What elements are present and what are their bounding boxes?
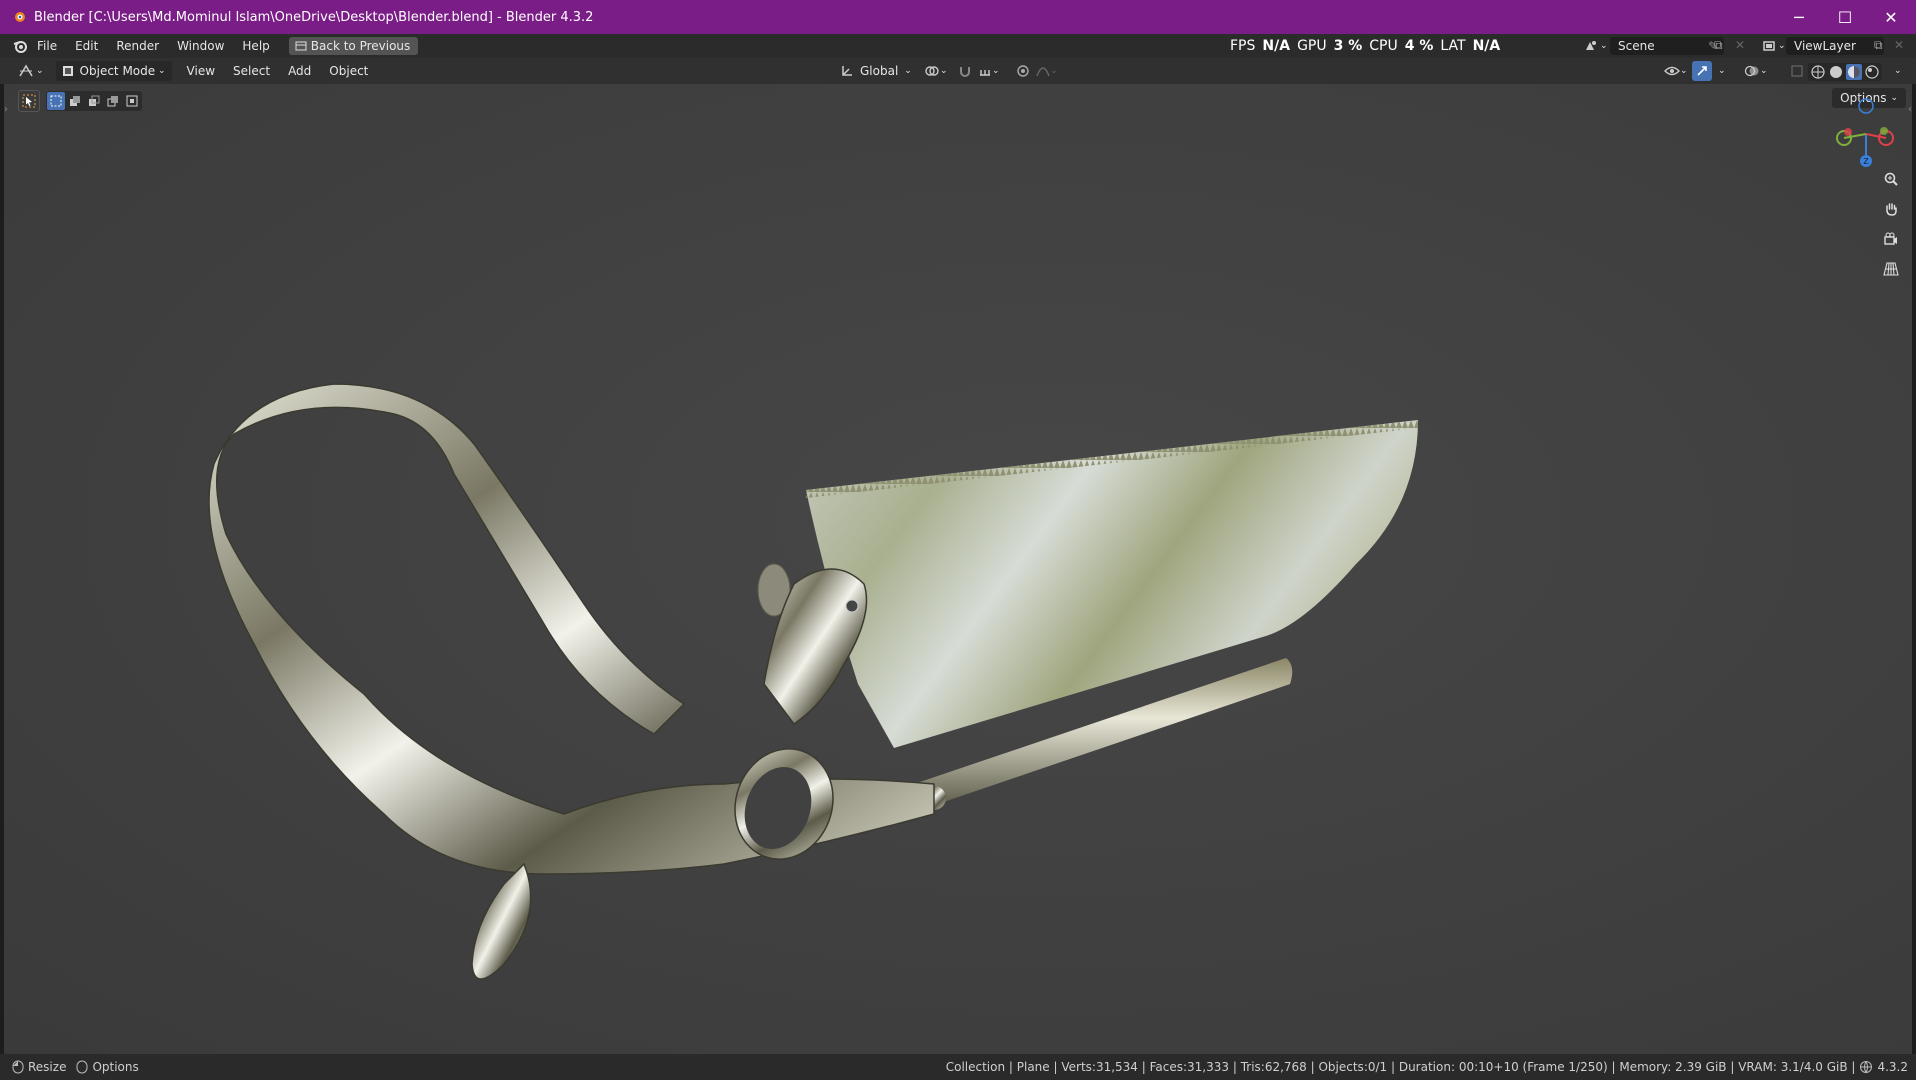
fps-value: N/A: [1262, 38, 1291, 54]
3d-viewport[interactable]: › ‹ Options ⌄ Z: [4, 84, 1912, 1054]
blender-menu-icon[interactable]: [12, 38, 28, 54]
chevron-down-icon: ⌄: [158, 66, 166, 76]
minimize-button[interactable]: ─: [1776, 0, 1822, 34]
header-menu-object[interactable]: Object: [320, 64, 377, 78]
scene-icon: [1586, 41, 1596, 50]
saw-model[interactable]: [4, 84, 1912, 1054]
gpu-value: 3 %: [1333, 38, 1363, 54]
globe-icon: [1860, 1061, 1873, 1074]
view-layer-icon: [1763, 41, 1775, 51]
saw-hook: [471, 862, 532, 980]
proportional-falloff-dropdown[interactable]: ⌄: [1030, 61, 1064, 81]
header-menu-select[interactable]: Select: [224, 64, 279, 78]
menu-window[interactable]: Window: [168, 39, 233, 53]
mouse-right-icon: [76, 1060, 88, 1074]
new-scene-icon[interactable]: ⧉: [1714, 38, 1723, 53]
falloff-curve-icon: [1036, 67, 1050, 77]
scene-browse-button[interactable]: ⌄: [1578, 36, 1614, 56]
shading-modes: [1808, 63, 1882, 81]
object-mode-icon: [62, 66, 73, 76]
window-title: Blender [C:\Users\Md.Mominul Islam\OneDr…: [34, 9, 594, 25]
view-layer-name-field[interactable]: ViewLayer: [1786, 37, 1884, 55]
viewport-header: ⌄ Object Mode ⌄ View Select Add Object G…: [0, 58, 1916, 84]
blender-logo-icon: [15, 12, 25, 22]
proportional-edit-icon: [1017, 65, 1029, 77]
eye-icon: [1664, 66, 1680, 76]
chevron-down-icon: ⌄: [904, 66, 912, 76]
transform-orientation-dropdown[interactable]: Global ⌄: [834, 61, 918, 81]
rendered-shading-icon[interactable]: [1864, 64, 1880, 80]
delete-scene-icon[interactable]: ✕: [1735, 38, 1745, 52]
gizmo-icon: [1697, 66, 1707, 76]
cpu-value: 4 %: [1404, 38, 1434, 54]
back-to-previous-label: Back to Previous: [310, 39, 411, 53]
editor-type-icon: [19, 64, 33, 77]
gpu-label: GPU: [1297, 38, 1327, 54]
overlays-icon: [1744, 65, 1759, 77]
xray-icon: [1791, 65, 1803, 77]
gizmo-toggle[interactable]: [1692, 61, 1712, 81]
snap-target-dropdown[interactable]: ⌄: [972, 61, 1006, 81]
version-label: 4.3.2: [1877, 1060, 1908, 1074]
menu-edit[interactable]: Edit: [66, 39, 107, 53]
solid-shading-icon[interactable]: [1828, 64, 1844, 80]
view-layer-name: ViewLayer: [1794, 39, 1856, 53]
saw-blade: [806, 420, 1418, 748]
performance-overlay: FPS N/A GPU 3 % CPU 4 % LAT N/A: [1230, 34, 1500, 58]
mode-label: Object Mode: [79, 64, 156, 78]
overlays-toggle[interactable]: ⌄: [1738, 61, 1774, 81]
maximize-icon: ☐: [1837, 7, 1853, 27]
minimize-icon: ─: [1794, 7, 1804, 27]
pivot-point-dropdown[interactable]: ⌄: [918, 61, 954, 81]
scene-name-field[interactable]: Scene ✎: [1610, 37, 1724, 55]
close-icon: ✕: [1884, 7, 1898, 27]
shading-options-dropdown[interactable]: ⌄: [1888, 61, 1908, 81]
snap-increment-icon: [980, 70, 990, 76]
cpu-label: CPU: [1369, 38, 1398, 54]
delete-view-layer-icon[interactable]: ✕: [1894, 38, 1904, 52]
gizmo-dropdown[interactable]: ⌄: [1712, 61, 1732, 81]
scene-name: Scene: [1618, 39, 1655, 53]
header-menu-add[interactable]: Add: [279, 64, 320, 78]
top-bar: File Edit Render Window Help Back to Pre…: [0, 34, 1916, 58]
maximize-button[interactable]: ☐: [1822, 0, 1868, 34]
scene-statistics: Collection | Plane | Verts:31,534 | Face…: [946, 1054, 1908, 1080]
orientation-icon: [842, 66, 852, 76]
status-bar: Resize Options Collection | Plane | Vert…: [0, 1054, 1916, 1080]
xray-toggle[interactable]: [1784, 61, 1810, 81]
back-to-previous-button[interactable]: Back to Previous: [288, 37, 419, 55]
header-menu-view[interactable]: View: [178, 64, 224, 78]
pivot-icon: [925, 66, 939, 76]
wireframe-shading-icon[interactable]: [1810, 64, 1826, 80]
lat-label: LAT: [1440, 38, 1466, 54]
menu-help[interactable]: Help: [233, 39, 278, 53]
orientation-label: Global: [860, 64, 899, 78]
scene-stats-text: Collection | Plane | Verts:31,534 | Face…: [945, 1060, 1856, 1074]
lat-value: N/A: [1472, 38, 1501, 54]
material-preview-shading-icon[interactable]: [1846, 64, 1862, 80]
visibility-dropdown[interactable]: ⌄: [1658, 61, 1694, 81]
menu-render[interactable]: Render: [107, 39, 168, 53]
status-resize: Resize: [28, 1060, 67, 1074]
fps-label: FPS: [1230, 38, 1256, 54]
mode-dropdown[interactable]: Object Mode ⌄: [55, 61, 172, 81]
back-icon: [295, 41, 307, 51]
magnet-icon: [960, 67, 970, 77]
mouse-left-icon: [12, 1060, 24, 1074]
menu-file[interactable]: File: [28, 39, 66, 53]
new-view-layer-icon[interactable]: ⧉: [1874, 38, 1883, 53]
editor-type-button[interactable]: ⌄: [12, 61, 50, 81]
window-titlebar: Blender [C:\Users\Md.Mominul Islam\OneDr…: [0, 0, 1916, 34]
close-button[interactable]: ✕: [1868, 0, 1914, 34]
lug-pin: [845, 599, 859, 613]
status-options: Options: [92, 1060, 139, 1074]
